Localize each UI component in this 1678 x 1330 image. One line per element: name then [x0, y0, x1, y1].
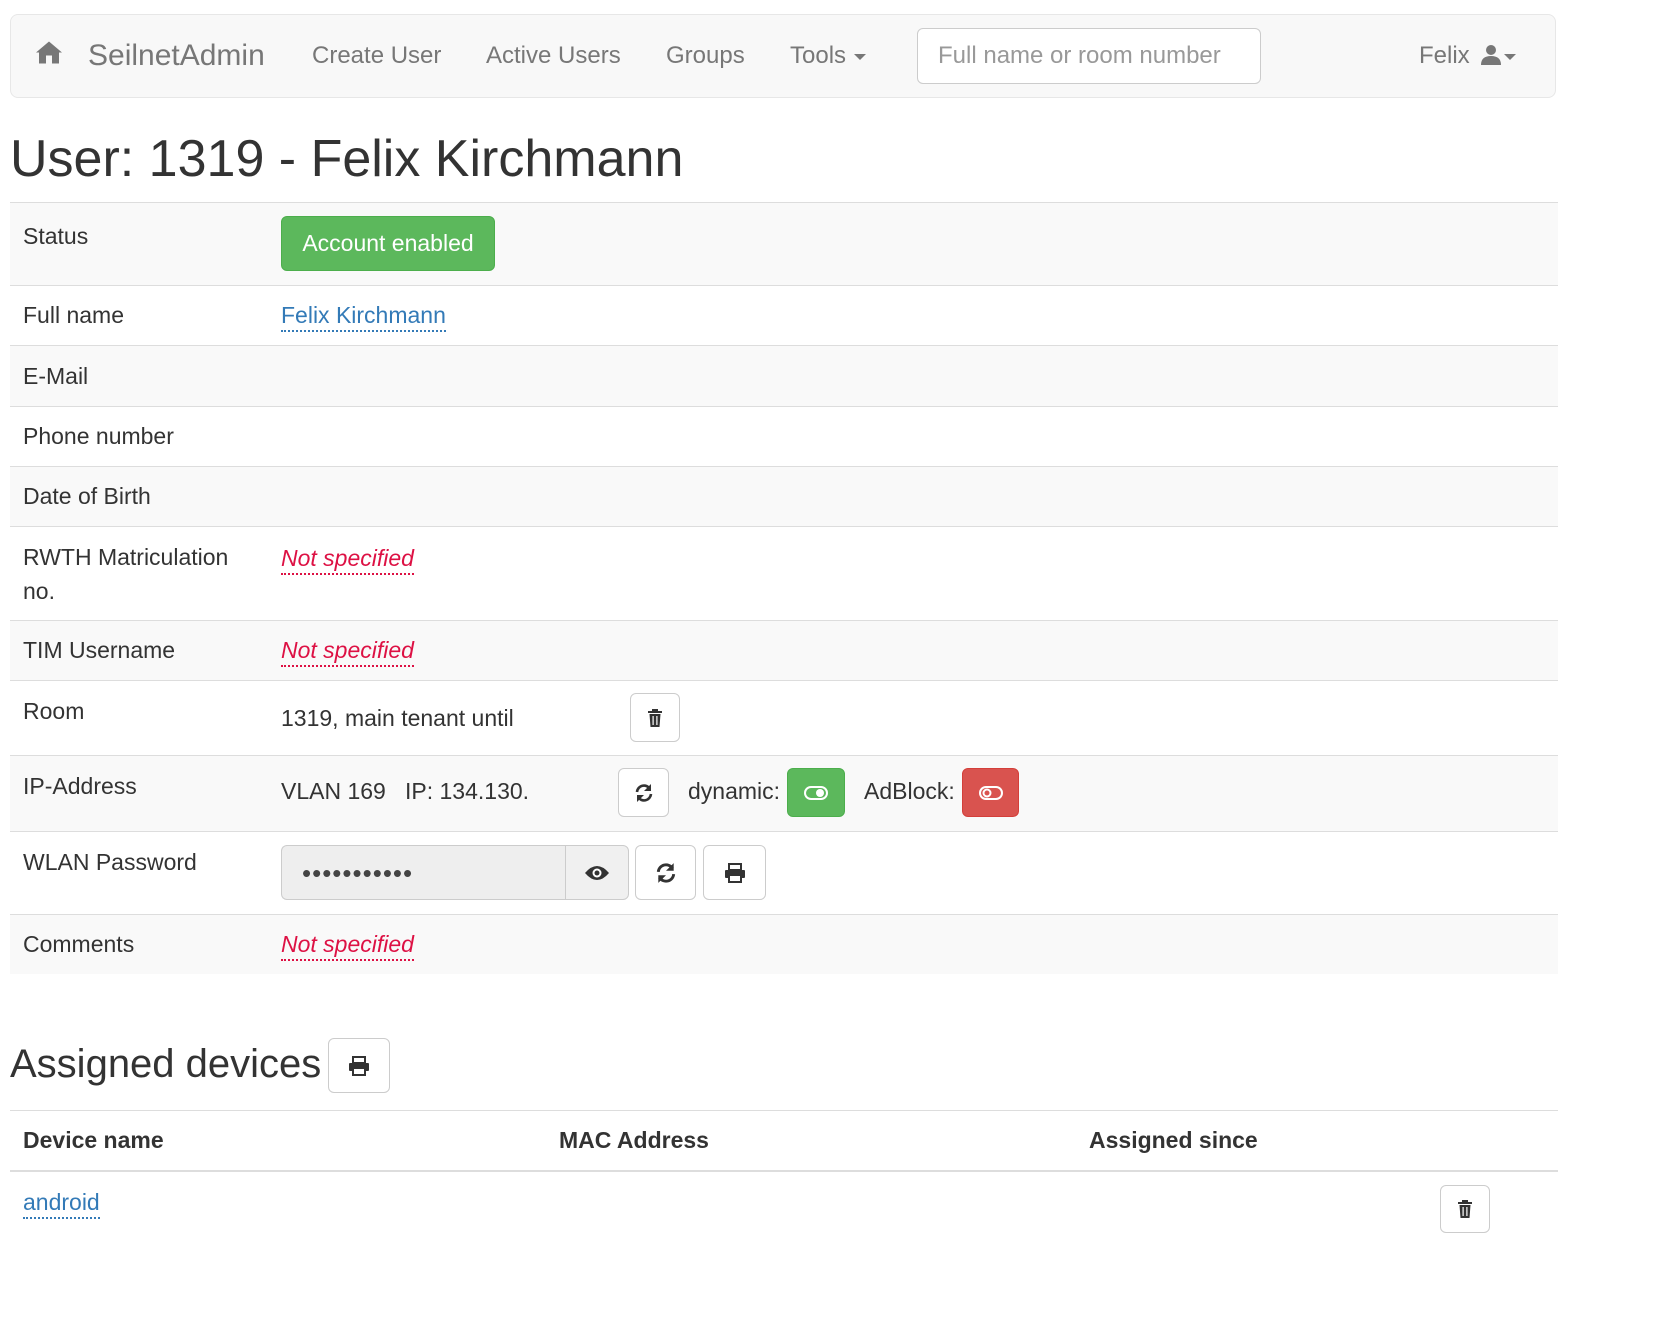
adblock-label: AdBlock:: [864, 778, 955, 804]
vlan-value: VLAN 169: [281, 778, 386, 804]
ip-value: IP: 134.130.: [405, 778, 530, 804]
full-name-label: Full name: [23, 302, 124, 328]
account-enabled-button[interactable]: Account enabled: [281, 216, 495, 271]
refresh-icon: [635, 783, 652, 802]
room-label: Room: [23, 698, 85, 724]
wlan-password-value: •••••••••••: [302, 858, 414, 888]
matriculation-value[interactable]: Not specified: [281, 543, 414, 575]
row-matriculation: RWTH Matriculation no. Not specified: [10, 526, 1558, 620]
trash-icon: [648, 708, 662, 727]
comments-label: Comments: [23, 931, 135, 957]
search-input[interactable]: [917, 28, 1261, 84]
page-title: User: 1319 - Felix Kirchmann: [10, 130, 684, 188]
column-device-name: Device name: [23, 1127, 164, 1153]
dynamic-toggle[interactable]: [787, 768, 845, 817]
devices-table-header: Device name MAC Address Assigned since: [10, 1110, 1558, 1172]
caret-down-icon: [1504, 53, 1517, 60]
delete-device-button[interactable]: [1440, 1185, 1490, 1233]
refresh-ip-button[interactable]: [618, 768, 669, 817]
row-status: Status Account enabled: [10, 202, 1558, 285]
row-date-of-birth: Date of Birth: [10, 466, 1558, 526]
user-menu-dropdown[interactable]: Felix: [1419, 42, 1517, 70]
user-icon: [1481, 45, 1502, 65]
ip-address-label: IP-Address: [23, 773, 137, 799]
delete-room-button[interactable]: [630, 693, 680, 742]
phone-label: Phone number: [23, 423, 174, 449]
row-ip-address: IP-Address VLAN 169 IP: 134.130. dynamic…: [10, 755, 1558, 831]
user-menu-label: Felix: [1419, 42, 1470, 69]
assigned-devices-title: Assigned devices: [10, 1042, 322, 1086]
row-tim-username: TIM Username Not specified: [10, 620, 1558, 680]
toggle-off-icon: [978, 785, 1003, 800]
row-phone: Phone number: [10, 406, 1558, 466]
status-label: Status: [23, 223, 89, 249]
wlan-password-label: WLAN Password: [23, 849, 197, 875]
email-label: E-Mail: [23, 363, 89, 389]
regenerate-password-button[interactable]: [635, 845, 696, 900]
eye-icon: [585, 865, 609, 880]
nav-tools-label: Tools: [790, 42, 847, 69]
dynamic-label: dynamic:: [688, 778, 781, 804]
trash-icon: [1458, 1200, 1472, 1218]
navbar: SeilnetAdmin Create User Active Users Gr…: [10, 14, 1556, 98]
wlan-password-field[interactable]: •••••••••••: [281, 845, 566, 900]
print-devices-button[interactable]: [328, 1038, 390, 1093]
nav-tools-dropdown[interactable]: Tools: [790, 42, 867, 70]
row-comments: Comments Not specified: [10, 914, 1558, 974]
brand-link[interactable]: SeilnetAdmin: [88, 39, 265, 73]
column-assigned-since: Assigned since: [1089, 1127, 1258, 1153]
matriculation-label: RWTH Matriculation no.: [23, 544, 229, 604]
table-row: android: [10, 1173, 1558, 1243]
print-icon: [349, 1055, 369, 1076]
show-password-button[interactable]: [565, 845, 629, 900]
nav-groups[interactable]: Groups: [666, 42, 745, 70]
room-value: 1319, main tenant until: [281, 705, 514, 731]
print-password-button[interactable]: [703, 845, 766, 900]
toggle-on-icon: [804, 785, 828, 800]
print-icon: [724, 862, 745, 883]
home-icon[interactable]: [35, 41, 63, 72]
row-email: E-Mail: [10, 345, 1558, 406]
adblock-toggle[interactable]: [962, 768, 1019, 817]
caret-down-icon: [854, 53, 867, 60]
row-full-name: Full name Felix Kirchmann: [10, 285, 1558, 345]
refresh-icon: [656, 862, 675, 883]
row-wlan-password: WLAN Password •••••••••••: [10, 831, 1558, 914]
tim-username-value[interactable]: Not specified: [281, 635, 414, 667]
row-room: Room 1319, main tenant until: [10, 680, 1558, 755]
date-of-birth-label: Date of Birth: [23, 483, 151, 509]
column-mac-address: MAC Address: [559, 1127, 709, 1153]
comments-value[interactable]: Not specified: [281, 929, 414, 961]
nav-create-user[interactable]: Create User: [312, 42, 441, 70]
tim-username-label: TIM Username: [23, 637, 176, 663]
nav-active-users[interactable]: Active Users: [486, 42, 621, 70]
full-name-link[interactable]: Felix Kirchmann: [281, 300, 446, 332]
device-name-link[interactable]: android: [23, 1187, 100, 1219]
